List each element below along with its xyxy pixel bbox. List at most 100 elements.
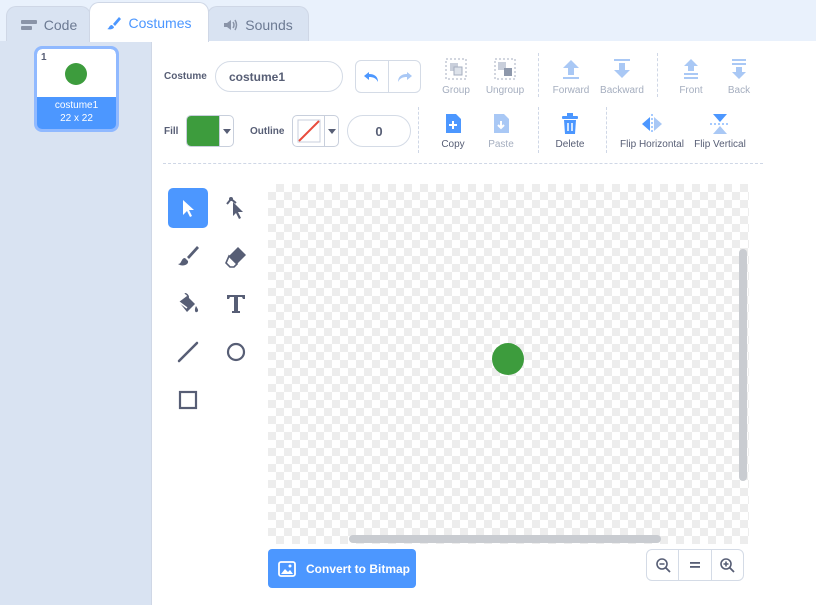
- redo-icon: [398, 71, 413, 82]
- delete-label: Delete: [555, 139, 585, 150]
- tab-code[interactable]: Code: [6, 6, 91, 42]
- tab-costumes-label: Costumes: [128, 14, 192, 31]
- paste-button[interactable]: Paste: [470, 113, 532, 150]
- reshape-tool[interactable]: [216, 188, 256, 228]
- circle-icon: [226, 342, 246, 362]
- back-label: Back: [727, 85, 751, 96]
- costume-name-input[interactable]: costume1: [215, 61, 343, 92]
- costume-list: 1 costume1 22 x 22: [0, 41, 152, 605]
- fill-color-picker[interactable]: [186, 115, 234, 147]
- tab-bar: Code Costumes Sounds: [0, 0, 816, 42]
- line-icon: [177, 341, 199, 363]
- no-outline-icon: [293, 116, 324, 146]
- outline-color-picker[interactable]: [292, 115, 339, 147]
- forward-label: Forward: [552, 85, 590, 96]
- costume-tile[interactable]: 1 costume1 22 x 22: [34, 46, 119, 132]
- front-icon: [684, 59, 698, 79]
- text-icon: [227, 295, 245, 313]
- line-tool[interactable]: [168, 332, 208, 372]
- undo-redo-group: [355, 60, 421, 93]
- flip-horizontal-icon: [642, 114, 662, 134]
- toolbar-divider: [163, 163, 763, 164]
- redo-button[interactable]: [387, 61, 421, 92]
- tab-costumes[interactable]: Costumes: [89, 2, 209, 42]
- circle-tool[interactable]: [216, 332, 256, 372]
- toolbar-divider: [418, 107, 419, 153]
- paste-icon: [494, 114, 509, 133]
- ungroup-button[interactable]: Ungroup: [474, 57, 536, 96]
- image-icon: [278, 560, 296, 577]
- flip-horizontal-label: Flip Horizontal: [620, 139, 684, 150]
- brush-icon: [106, 15, 122, 31]
- flip-horizontal-button[interactable]: Flip Horizontal: [620, 113, 684, 150]
- paint-canvas[interactable]: [268, 184, 749, 544]
- zoom-in-button[interactable]: [710, 550, 743, 580]
- group-icon: [445, 58, 467, 80]
- delete-button[interactable]: Delete: [539, 113, 601, 150]
- paint-editor: Costume costume1 Group Ungroup Forward B…: [152, 41, 816, 605]
- copy-label: Copy: [441, 139, 465, 150]
- forward-icon: [563, 60, 579, 79]
- text-tool[interactable]: [216, 284, 256, 324]
- arrow-pointer-icon: [183, 200, 194, 217]
- rectangle-tool[interactable]: [168, 380, 208, 420]
- zoom-out-button[interactable]: [647, 550, 678, 580]
- chevron-down-icon: [324, 116, 338, 146]
- costume-size-label: 22 x 22: [60, 113, 93, 124]
- flip-vertical-button[interactable]: Flip Vertical: [689, 113, 751, 150]
- trash-icon: [562, 113, 578, 134]
- fill-color-swatch: [187, 116, 219, 146]
- ungroup-label: Ungroup: [485, 85, 525, 96]
- reshape-icon: [226, 197, 243, 219]
- costume-thumbnail-shape: [65, 63, 87, 85]
- select-tool[interactable]: [168, 188, 208, 228]
- flip-vertical-icon: [710, 114, 730, 134]
- equals-icon: [689, 562, 700, 568]
- zoom-controls: [646, 549, 744, 581]
- code-icon: [20, 18, 38, 32]
- tab-sounds-label: Sounds: [245, 16, 293, 33]
- group-label: Group: [442, 85, 470, 96]
- horizontal-scrollbar[interactable]: [349, 535, 661, 543]
- convert-to-bitmap-button[interactable]: Convert to Bitmap: [268, 549, 416, 588]
- paste-label: Paste: [488, 139, 514, 150]
- tab-code-label: Code: [43, 16, 78, 33]
- copy-icon: [446, 114, 461, 133]
- rectangle-icon: [178, 390, 198, 410]
- zoom-in-icon: [720, 558, 735, 573]
- undo-button[interactable]: [356, 61, 388, 92]
- back-button[interactable]: Back: [708, 57, 770, 96]
- zoom-reset-button[interactable]: [678, 550, 710, 580]
- paint-bucket-icon: [178, 293, 199, 313]
- eraser-icon: [225, 247, 246, 268]
- convert-to-bitmap-label: Convert to Bitmap: [306, 561, 411, 576]
- eraser-tool[interactable]: [216, 236, 256, 276]
- undo-icon: [363, 71, 378, 82]
- toolbar-divider: [538, 53, 539, 97]
- brush-icon: [178, 246, 199, 266]
- backward-button[interactable]: Backward: [591, 57, 653, 96]
- brush-tool[interactable]: [168, 236, 208, 276]
- back-icon: [732, 59, 746, 79]
- toolbar-divider: [657, 53, 658, 97]
- costume-name-label: costume1: [54, 100, 99, 111]
- toolbar-divider: [606, 107, 607, 153]
- costume-label: Costume: [164, 71, 207, 82]
- outline-label: Outline: [250, 126, 285, 137]
- ungroup-icon: [494, 58, 516, 80]
- costume-number: 1: [41, 52, 47, 63]
- outline-width-input[interactable]: 0: [347, 115, 411, 147]
- chevron-down-icon: [219, 116, 233, 146]
- backward-label: Backward: [600, 85, 644, 96]
- fill-label: Fill: [164, 126, 179, 137]
- tab-sounds[interactable]: Sounds: [207, 6, 309, 42]
- front-label: Front: [679, 85, 703, 96]
- backward-icon: [614, 59, 630, 78]
- vertical-scrollbar[interactable]: [739, 249, 747, 481]
- speaker-icon: [223, 18, 239, 32]
- costume-thumbnail: [37, 49, 116, 97]
- zoom-out-icon: [655, 558, 671, 573]
- flip-vertical-label: Flip Vertical: [694, 139, 746, 150]
- fill-tool[interactable]: [168, 284, 208, 324]
- canvas-circle-shape[interactable]: [492, 343, 524, 375]
